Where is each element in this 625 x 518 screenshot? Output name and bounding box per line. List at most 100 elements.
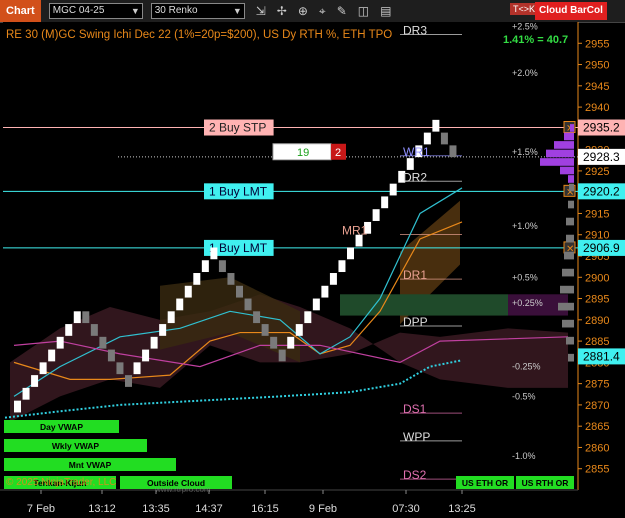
x-tick-label: 13:25 <box>448 503 476 515</box>
renko-brick <box>201 260 209 273</box>
percent-label: -0.25% <box>512 362 541 372</box>
renko-brick <box>440 132 448 145</box>
renko-brick <box>347 247 354 260</box>
renko-brick <box>218 260 226 273</box>
renko-brick <box>295 324 303 336</box>
renko-brick <box>159 324 167 336</box>
axis-price-label: 2935.2 <box>583 121 620 135</box>
indicator-button-label: US RTH OR <box>522 478 569 488</box>
position-count: 2 <box>335 147 341 159</box>
renko-brick <box>261 324 269 336</box>
axis-price-label: 2906.9 <box>583 241 620 255</box>
y-tick-label: 2955 <box>585 38 609 50</box>
renko-brick <box>236 285 243 298</box>
pivot-label: DR2 <box>403 170 427 184</box>
renko-brick <box>253 311 261 324</box>
y-tick-label: 2860 <box>585 442 609 454</box>
price-level-label: 1 Buy LMT <box>209 241 268 255</box>
indicator-button-label: Wkly VWAP <box>52 441 100 451</box>
volume-profile-bar <box>568 175 574 183</box>
x-tick-label: 9 Feb <box>309 503 337 515</box>
x-tick-label: 16:15 <box>251 503 279 515</box>
volume-profile-bar <box>568 353 574 362</box>
axis-price-label: 2928.3 <box>583 150 620 164</box>
top-right-stat: 1.41% = 40.7 <box>503 34 568 46</box>
copyright-text: © 2025 NinjaTrader, LLC <box>6 477 116 488</box>
pivot-label: DR3 <box>403 24 427 38</box>
percent-label: +1.0% <box>512 221 538 231</box>
percent-label: -0.5% <box>512 391 536 401</box>
renko-brick <box>73 311 81 324</box>
axis-price-label: 2920.2 <box>583 184 620 198</box>
renko-brick <box>82 311 90 324</box>
y-tick-label: 2855 <box>585 464 609 476</box>
pivot-label: DR1 <box>403 268 427 282</box>
y-tick-label: 2875 <box>585 379 609 391</box>
renko-brick <box>22 387 30 400</box>
y-tick-label: 2885 <box>585 336 609 348</box>
renko-brick <box>176 298 184 311</box>
renko-brick <box>278 349 286 362</box>
volume-profile-bar <box>568 200 574 209</box>
y-tick-label: 2900 <box>585 272 609 284</box>
y-tick-label: 2940 <box>585 102 609 114</box>
renko-brick <box>167 311 175 324</box>
renko-brick <box>142 349 150 362</box>
x-tick-label: 07:30 <box>392 503 420 515</box>
renko-brick <box>125 375 132 387</box>
renko-brick <box>116 362 124 375</box>
renko-brick <box>90 324 98 336</box>
renko-brick <box>432 119 440 132</box>
percent-label: +2.0% <box>512 68 538 78</box>
indicator-button-label: US ETH OR <box>462 478 508 488</box>
x-tick-label: 7 Feb <box>27 503 55 515</box>
pivot-label: DS2 <box>403 468 427 482</box>
plot-area <box>3 22 578 490</box>
chart-title: RE 30 (M)GC Swing Ichi Dec 22 (1%=20p=$2… <box>6 29 392 41</box>
volume-profile-bar <box>558 302 574 311</box>
y-tick-label: 2915 <box>585 208 609 220</box>
indicator-button-label: Day VWAP <box>40 422 83 432</box>
position-qty: 19 <box>297 147 309 159</box>
percent-label: +2.5% <box>512 21 538 31</box>
price-level-label: 1 Buy LMT <box>209 184 268 198</box>
volume-profile-bar <box>569 183 574 192</box>
renko-brick <box>193 273 201 285</box>
volume-profile-bar <box>554 141 574 149</box>
percent-label: +0.25% <box>512 298 543 308</box>
renko-brick <box>65 324 73 336</box>
renko-brick <box>287 336 295 349</box>
watermark-text: www.rtrpro.com <box>154 485 211 494</box>
price-level-label: 2 Buy STP <box>209 121 266 135</box>
percent-label: -1.0% <box>512 451 536 461</box>
volume-profile-bar <box>570 124 574 132</box>
renko-brick <box>244 298 252 311</box>
renko-brick <box>270 336 278 349</box>
renko-chart[interactable]: 2 Buy STP✕1 Buy LMT✕1 Buy LMT✕2855286028… <box>0 0 625 518</box>
renko-brick <box>48 349 56 362</box>
y-tick-label: 2890 <box>585 315 609 327</box>
volume-profile-bar <box>546 149 574 158</box>
percent-label: +0.5% <box>512 272 538 282</box>
renko-brick <box>449 145 457 158</box>
pivot-label: DPP <box>403 315 428 329</box>
renko-brick <box>406 158 414 170</box>
renko-brick <box>389 183 397 196</box>
y-tick-label: 2895 <box>585 294 609 306</box>
renko-brick <box>423 132 431 145</box>
x-tick-label: 13:35 <box>142 503 170 515</box>
y-tick-label: 2870 <box>585 400 609 412</box>
renko-brick <box>329 273 337 285</box>
renko-brick <box>99 336 107 349</box>
renko-brick <box>312 298 320 311</box>
renko-brick <box>304 311 312 324</box>
x-tick-label: 13:12 <box>88 503 116 515</box>
tpo-value-area <box>340 294 508 316</box>
renko-brick <box>150 336 158 349</box>
volume-profile-bar <box>560 285 574 294</box>
volume-profile-bar <box>560 166 574 175</box>
indicator-button-label: Mnt VWAP <box>69 460 112 470</box>
renko-brick <box>372 209 380 221</box>
volume-profile-bar <box>562 319 574 328</box>
volume-profile-bar <box>566 336 574 345</box>
